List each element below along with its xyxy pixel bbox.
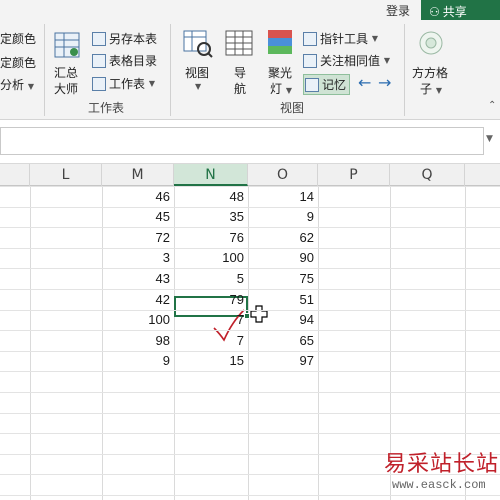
column-header-O[interactable]: O <box>248 164 318 186</box>
table-cell[interactable]: 62 <box>248 228 318 248</box>
left-item-3[interactable]: 分析 ▼ <box>0 76 34 93</box>
memory-icon <box>305 77 319 92</box>
formula-bar-area: ▼ <box>0 120 500 164</box>
worksheet-button[interactable]: 工作表 ▼ <box>92 75 155 92</box>
separator <box>170 24 171 116</box>
watermark-text: 易采站长站 <box>384 452 500 477</box>
expand-formula-icon[interactable]: ▼ <box>486 134 493 144</box>
table-cell[interactable]: 76 <box>174 228 248 248</box>
save-table-icon <box>92 31 106 46</box>
table-cell[interactable]: 75 <box>248 269 318 289</box>
table-cell[interactable]: 9 <box>102 351 174 371</box>
workbook-group-label: 工作表 <box>88 101 125 115</box>
column-header-Q[interactable]: Q <box>390 164 465 186</box>
worksheet-icon <box>92 76 106 91</box>
navigation-icon[interactable] <box>224 28 254 61</box>
table-cell[interactable]: 5 <box>174 269 248 289</box>
back-arrow-icon[interactable]: ← <box>358 73 371 92</box>
table-cell[interactable]: 90 <box>248 248 318 268</box>
column-header-stub[interactable] <box>0 164 30 186</box>
summary-master-icon[interactable] <box>52 30 82 63</box>
table-cell[interactable]: 98 <box>102 331 174 351</box>
table-cell[interactable]: 35 <box>174 207 248 227</box>
grid-line <box>0 495 500 496</box>
column-header-P[interactable]: P <box>318 164 390 186</box>
view-caret-icon: ▼ <box>195 82 202 91</box>
column-header-next[interactable] <box>465 164 500 186</box>
column-header-N[interactable]: N <box>174 164 248 186</box>
separator <box>404 24 405 116</box>
grid-line <box>0 371 500 373</box>
save-as-table-button[interactable]: 另存本表 <box>92 30 157 47</box>
table-cell[interactable]: 3 <box>102 248 174 268</box>
spotlight-label-1: 聚光 <box>268 66 293 80</box>
follow-same-value-button[interactable]: 关注相同值 ▼ <box>303 52 390 69</box>
navigation-label-1: 导 <box>234 66 247 80</box>
share-label: 共享 <box>442 5 467 19</box>
summary-master-label-1: 汇总 <box>54 66 79 80</box>
table-cell[interactable]: 46 <box>102 187 174 207</box>
table-cell[interactable]: 51 <box>248 290 318 310</box>
fangfang-icon[interactable] <box>418 30 444 59</box>
table-cell[interactable]: 94 <box>248 310 318 330</box>
table-cell[interactable]: 42 <box>102 290 174 310</box>
fangfang-label-1: 方方格 <box>412 66 449 80</box>
view-group-label: 视图 <box>280 101 305 115</box>
table-cell[interactable]: 79 <box>174 290 248 310</box>
table-cell[interactable]: 72 <box>102 228 174 248</box>
table-cell[interactable]: 100 <box>174 248 248 268</box>
table-cell[interactable]: 14 <box>248 187 318 207</box>
grid-line <box>0 433 500 435</box>
grid-line <box>0 392 500 393</box>
watermark-url: www.easck.com <box>392 478 486 492</box>
collapse-ribbon-icon[interactable]: ⌃ <box>488 100 496 111</box>
table-cell[interactable]: 100 <box>102 310 174 330</box>
spotlight-label-2: 灯 ▼ <box>270 82 292 96</box>
fangfang-label-2: 子 ▼ <box>420 82 442 96</box>
view-label: 视图 <box>185 66 210 80</box>
person-add-icon: ⚇ <box>429 5 440 19</box>
table-directory-icon <box>92 53 106 68</box>
login-link[interactable]: 登录 <box>386 2 410 19</box>
share-button[interactable]: ⚇ 共享 <box>421 0 500 20</box>
table-directory-button[interactable]: 表格目录 <box>92 52 157 69</box>
memory-button[interactable]: 记忆 <box>303 74 351 95</box>
forward-arrow-icon[interactable]: → <box>378 73 391 92</box>
column-header-M[interactable]: M <box>102 164 174 186</box>
ribbon: 登录 ⚇ 共享 定颜色 定颜色 分析 ▼ 汇总 大师 另存本表 表格目录 工作表 … <box>0 0 500 120</box>
pointer-tool-icon <box>303 31 317 46</box>
formula-input[interactable] <box>0 127 484 155</box>
summary-master-label-2: 大师 <box>54 82 79 96</box>
separator <box>44 24 45 116</box>
table-cell[interactable]: 7 <box>174 310 248 330</box>
column-header-L[interactable]: L <box>30 164 102 186</box>
navigation-label-2: 航 <box>234 82 247 96</box>
column-header-row: L M N O P Q <box>0 164 500 186</box>
table-cell[interactable]: 65 <box>248 331 318 351</box>
pointer-tool-button[interactable]: 指针工具 ▼ <box>303 30 378 47</box>
table-cell[interactable]: 45 <box>102 207 174 227</box>
left-item-1[interactable]: 定颜色 <box>0 30 36 47</box>
table-cell[interactable]: 9 <box>248 207 318 227</box>
table-cell[interactable]: 97 <box>248 351 318 371</box>
follow-same-icon <box>303 53 317 68</box>
table-cell[interactable]: 43 <box>102 269 174 289</box>
view-icon[interactable] <box>182 28 214 63</box>
table-cell[interactable]: 48 <box>174 187 248 207</box>
table-cell[interactable]: 7 <box>174 331 248 351</box>
table-cell[interactable]: 15 <box>174 351 248 371</box>
left-item-2[interactable]: 定颜色 <box>0 54 36 71</box>
spotlight-icon[interactable] <box>266 28 294 61</box>
grid-line <box>0 412 500 414</box>
